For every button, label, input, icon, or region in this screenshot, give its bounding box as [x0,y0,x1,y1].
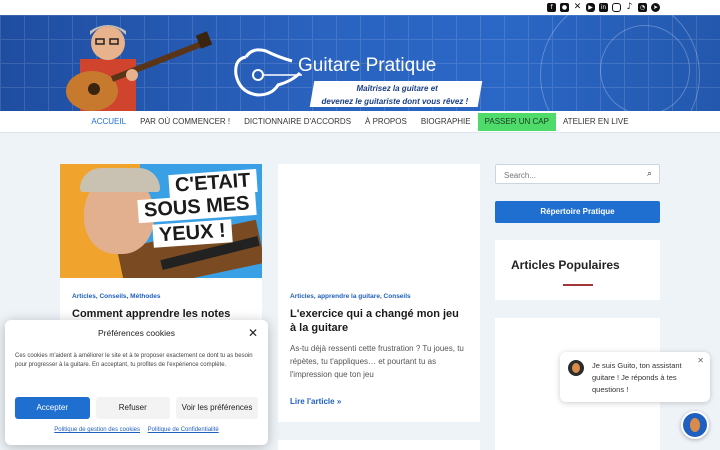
brand-name[interactable]: Guitare Pratique [298,55,436,77]
close-icon[interactable]: ✕ [697,356,704,365]
youtube-icon[interactable]: ▶ [586,3,595,12]
chat-launcher-button[interactable] [681,411,709,439]
read-more-link[interactable]: Lire l'article » [278,381,480,406]
cookie-text: Ces cookies m'aident à améliorer le site… [15,353,253,368]
view-preferences-button[interactable]: Voir les préférences [176,397,258,419]
post-card[interactable]: Articles, apprendre la guitare, Conseils… [278,164,480,422]
search-input[interactable] [496,166,636,185]
repertoire-button[interactable]: Répertoire Pratique [495,201,660,223]
post-categories[interactable]: Articles, apprendre la guitare, Conseils [278,164,480,300]
nav-item-accueil[interactable]: ACCUEIL [84,113,133,131]
x-icon[interactable]: ✕ [573,3,582,12]
post-card[interactable]: C'ETAIT SOUS MES YEUX ! Articles, Consei… [60,164,262,334]
chat-message: Je suis Guito, ton assistant guitare ! J… [592,361,682,394]
cookie-buttons: Accepter Refuser Voir les préférences [15,397,258,419]
rss-icon[interactable]: ◔ [638,3,647,12]
search-icon[interactable]: ⌕ [647,169,652,179]
linkedin-icon[interactable]: in [599,3,608,12]
post-categories[interactable]: Articles, Conseils, Méthodes [60,278,262,300]
facebook-icon[interactable]: f [547,3,556,12]
post-title[interactable]: L'exercice qui a changé mon jeu à la gui… [278,300,480,335]
banner-circle-decoration [600,25,690,111]
nav-item-biographie[interactable]: BIOGRAPHIE [414,113,478,131]
post-card[interactable] [278,440,480,450]
telegram-icon[interactable]: ➤ [651,3,660,12]
cookie-title: Préférences cookies [97,328,175,338]
post-excerpt: As-tu déjà ressenti cette frustration ? … [290,344,464,379]
users-icon[interactable]: ● [560,3,569,12]
post-thumbnail[interactable]: C'ETAIT SOUS MES YEUX ! [60,164,262,278]
social-bar: f ● ✕ ▶ in ♪ ◔ ➤ [0,0,720,15]
main-nav: ACCUEIL PAR OÙ COMMENCER ! DICTIONNAIRE … [0,111,720,133]
header-banner: Guitare Pratique Maîtrisez la guitare et… [0,15,720,111]
accept-button[interactable]: Accepter [15,397,90,419]
cookie-links: Politique de gestion des cookies Politiq… [5,427,268,433]
close-icon[interactable]: ✕ [248,326,258,340]
search-box: ⌕ [495,164,660,185]
tagline-line2: devenez le guitariste dont vous rêvez ! [321,97,469,106]
nav-item-atelier-en-live[interactable]: ATELIER EN LIVE [556,113,636,131]
tiktok-icon[interactable]: ♪ [625,3,634,12]
tagline-line1: Maîtrisez la guitare et [356,84,438,93]
cookie-dialog: Préférences cookies ✕ Ces cookies m'aide… [5,320,268,445]
popular-articles-title: Articles Populaires [511,258,620,272]
nav-item-par-ou-commencer[interactable]: PAR OÙ COMMENCER ! [133,113,237,131]
instagram-icon[interactable] [612,3,621,12]
privacy-policy-link[interactable]: Politique de Confidentialité [148,427,219,433]
title-underline [563,284,593,286]
assistant-avatar [568,360,584,376]
cookie-policy-link[interactable]: Politique de gestion des cookies [54,427,140,433]
nav-item-passer-un-cap[interactable]: PASSER UN CAP [477,112,556,131]
popular-articles-widget: Articles Populaires [495,240,660,300]
refuse-button[interactable]: Refuser [95,397,171,419]
nav-item-dictionnaire[interactable]: DICTIONNAIRE D'ACCORDS [237,113,358,131]
chat-bubble[interactable]: Je suis Guito, ton assistant guitare ! J… [560,352,710,402]
guitar-logo-icon [234,48,302,97]
guitarist-illustration [66,25,212,111]
nav-item-a-propos[interactable]: À PROPOS [358,113,414,131]
tagline: Maîtrisez la guitare et devenez le guita… [309,81,483,107]
thumbnail-cap [80,168,160,192]
